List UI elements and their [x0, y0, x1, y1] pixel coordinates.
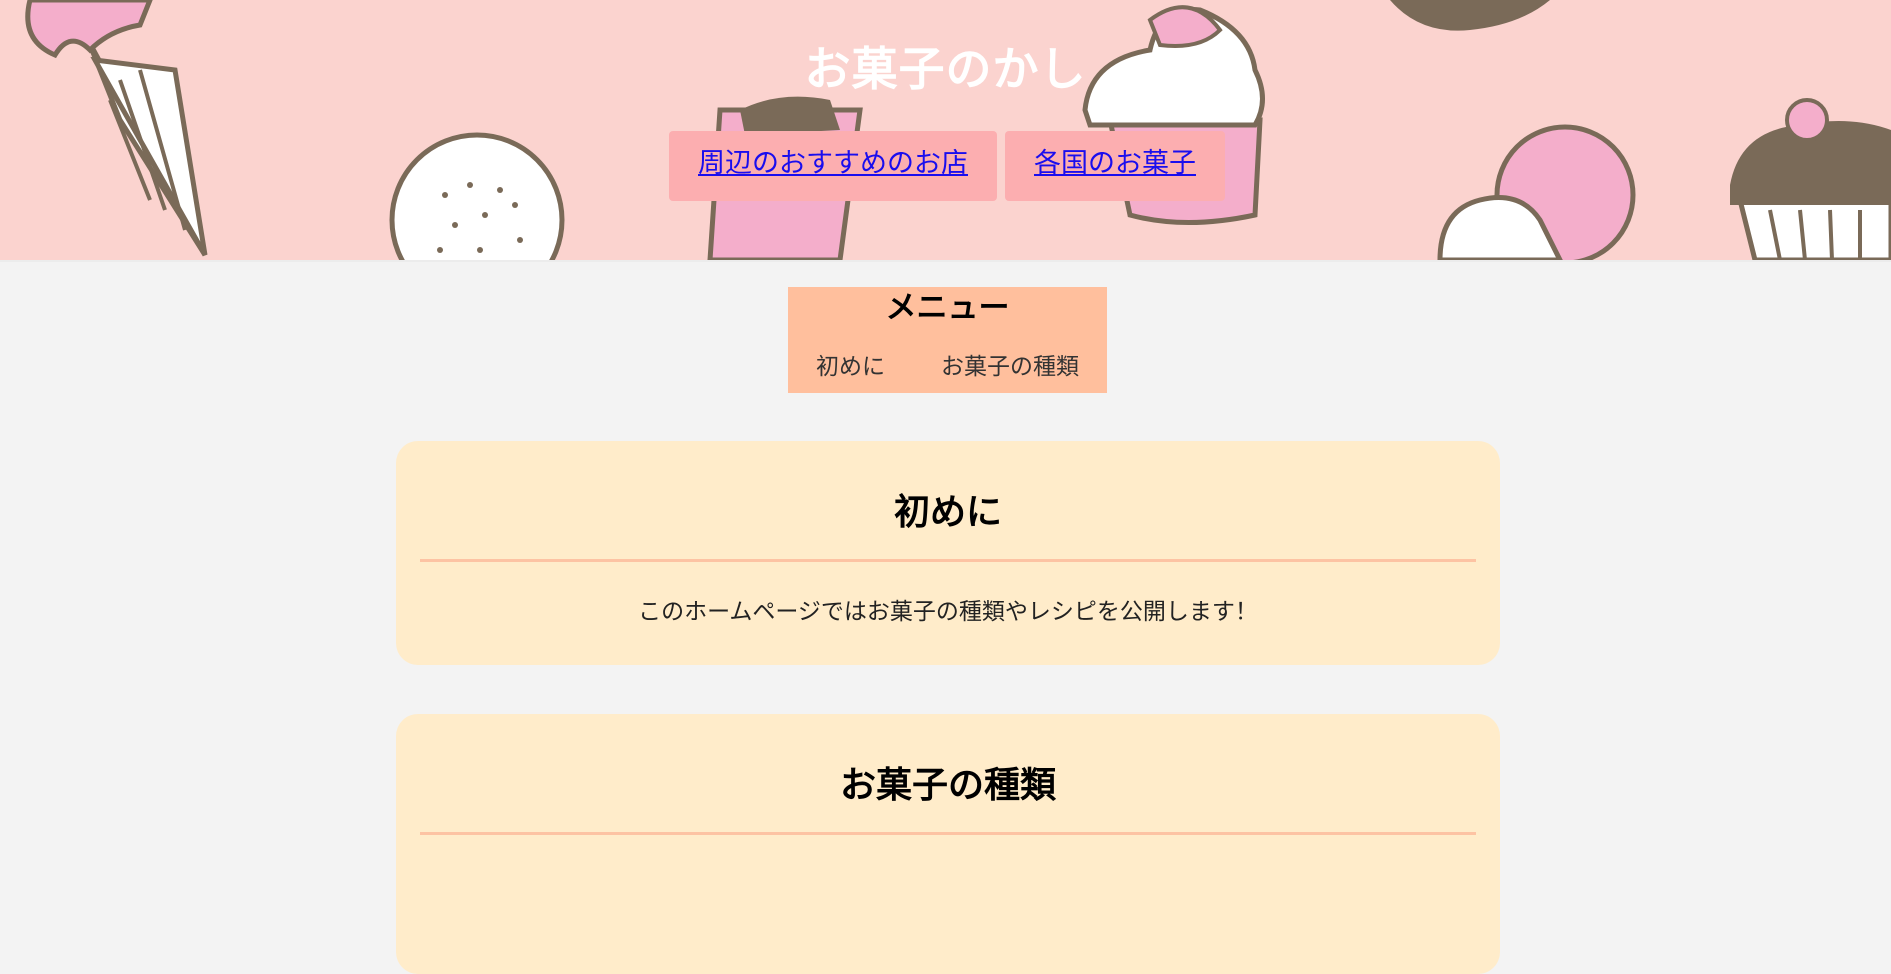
section-body: このホームページではお菓子の種類やレシピを公開します！ — [638, 599, 1258, 625]
site-title: お菓子のかし — [804, 42, 1087, 96]
cookie-illustration — [389, 132, 565, 260]
site-header: お菓子のかし 周辺のおすすめのお店 各国のお菓子 — [0, 0, 1891, 262]
menu-box: メニュー 初めに お菓子の種類 — [788, 287, 1107, 393]
header-nav: 周辺のおすすめのお店 各国のお菓子 — [669, 131, 1225, 201]
section-title: お菓子の種類 — [839, 765, 1056, 806]
chocolate-donut-illustration — [1390, 0, 1550, 31]
cupcake-right-illustration — [1730, 98, 1891, 260]
ice-cream-scoop-illustration — [1437, 124, 1636, 260]
section-divider — [420, 559, 1476, 562]
nav-link-nearby-shops[interactable]: 周辺のおすすめのお店 — [669, 131, 997, 201]
menu-item-sweets-types[interactable]: お菓子の種類 — [941, 347, 1079, 381]
section-card-intro: 初めに このホームページではお菓子の種類やレシピを公開します！ — [396, 441, 1500, 665]
menu-title: メニュー — [885, 290, 1010, 326]
menu-items: 初めに お菓子の種類 — [788, 347, 1107, 381]
menu-item-intro[interactable]: 初めに — [816, 347, 885, 381]
section-title: 初めに — [893, 492, 1002, 533]
nav-link-world-sweets[interactable]: 各国のお菓子 — [1005, 131, 1225, 201]
section-card-sweets-types: お菓子の種類 — [396, 714, 1500, 974]
section-divider — [420, 832, 1476, 835]
